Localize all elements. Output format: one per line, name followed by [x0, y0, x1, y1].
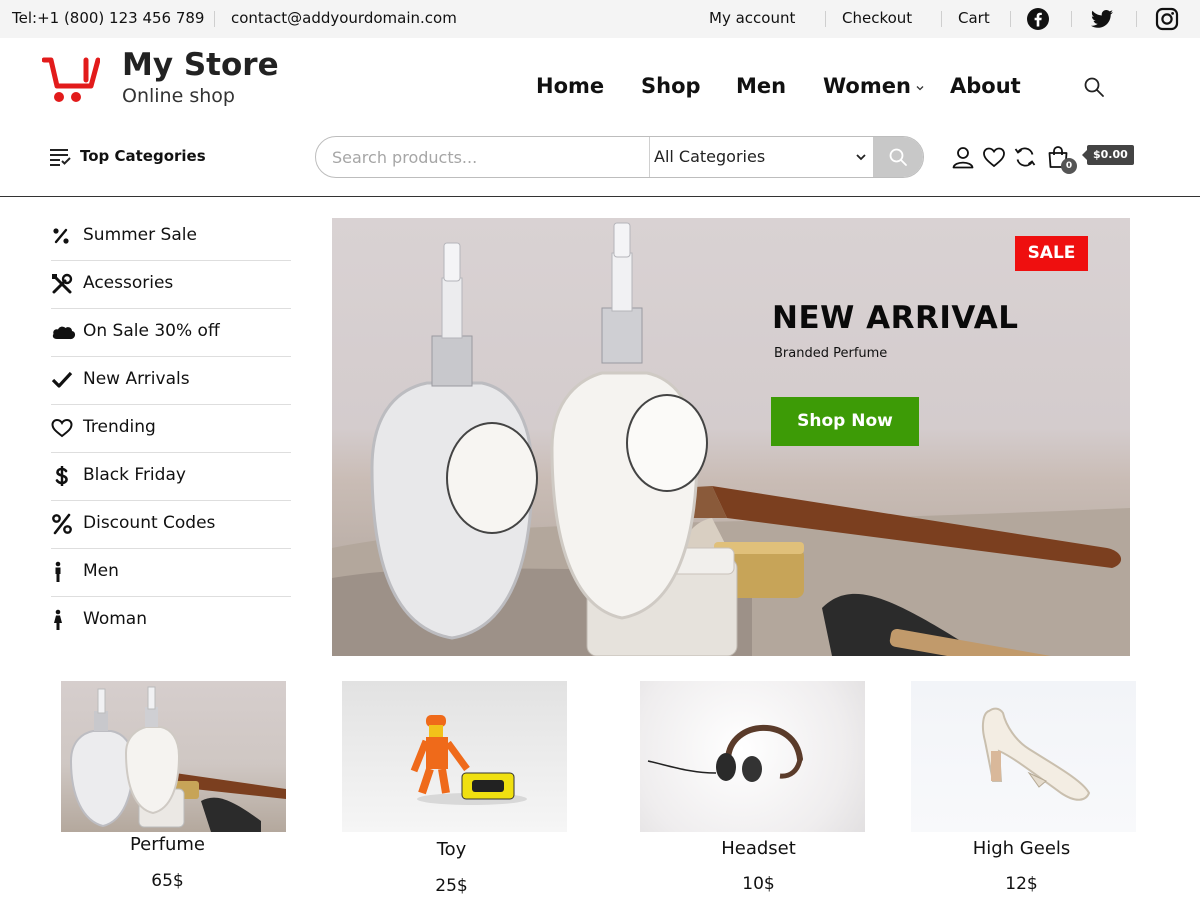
sidebar-item-label: Discount Codes	[83, 513, 216, 533]
shop-now-button[interactable]: Shop Now	[771, 397, 919, 446]
perfume-product-image	[332, 222, 1130, 656]
sidebar-item-on-sale[interactable]: On Sale 30% off	[51, 309, 291, 357]
nav-shop[interactable]: Shop	[641, 74, 701, 98]
sidebar-item-new-arrivals[interactable]: New Arrivals	[51, 357, 291, 405]
sidebar-item-accessories[interactable]: Acessories	[51, 261, 291, 309]
product-name[interactable]: Perfume	[55, 834, 280, 855]
sidebar-item-label: New Arrivals	[83, 369, 190, 389]
facebook-icon[interactable]	[1026, 7, 1050, 31]
phone-text: Tel:+1 (800) 123 456 789	[12, 9, 205, 27]
hero-banner[interactable]: SALE NEW ARRIVAL Branded Perfume Shop No…	[332, 218, 1130, 656]
chevron-down-icon[interactable]	[916, 84, 924, 92]
product-name[interactable]: Headset	[646, 838, 871, 859]
sidebar-item-label: Trending	[83, 417, 156, 437]
divider	[214, 11, 215, 27]
product-image-toy[interactable]	[342, 681, 567, 832]
man-icon	[55, 561, 61, 582]
banner-subtitle: Branded Perfume	[774, 346, 888, 361]
cart-count-badge: 0	[1061, 158, 1077, 174]
search-icon[interactable]	[1083, 76, 1105, 98]
tools-icon	[52, 273, 73, 294]
divider	[649, 137, 650, 177]
sale-badge: SALE	[1015, 236, 1088, 271]
product-image-perfume[interactable]	[61, 681, 286, 832]
sidebar-item-label: Black Friday	[83, 465, 186, 485]
menu-list-icon[interactable]	[49, 147, 71, 167]
search-input[interactable]	[316, 137, 649, 177]
product-price: 10$	[742, 874, 775, 894]
search-button[interactable]	[873, 137, 923, 177]
sidebar-item-discount-codes[interactable]: Discount Codes	[51, 501, 291, 549]
chevron-down-icon[interactable]	[856, 153, 866, 161]
product-image-high-heels[interactable]	[911, 681, 1136, 832]
product-price: 25$	[435, 876, 468, 896]
cart-link[interactable]: Cart	[958, 9, 990, 27]
sidebar-item-black-friday[interactable]: Black Friday	[51, 453, 291, 501]
product-price: 12$	[1005, 874, 1038, 894]
divider	[1136, 11, 1137, 27]
product-image-headset[interactable]	[640, 681, 865, 832]
nav-men[interactable]: Men	[736, 74, 786, 98]
my-account-link[interactable]: My account	[709, 9, 795, 27]
sidebar-item-label: On Sale 30% off	[83, 321, 220, 341]
sidebar-item-summer-sale[interactable]: Summer Sale	[51, 213, 291, 261]
wishlist-heart-icon[interactable]	[982, 145, 1006, 169]
category-select[interactable]: All Categories	[654, 147, 765, 166]
dollar-icon	[55, 466, 68, 486]
sidebar-item-label: Woman	[83, 609, 147, 629]
email-link[interactable]: contact@addyourdomain.com	[231, 9, 457, 27]
store-tagline: Online shop	[122, 85, 235, 107]
product-name[interactable]: High Geels	[909, 838, 1134, 859]
compare-refresh-icon[interactable]	[1013, 145, 1037, 169]
checkout-link[interactable]: Checkout	[842, 9, 912, 27]
headset-image	[647, 724, 803, 782]
product-name[interactable]: Toy	[339, 839, 564, 860]
woman-icon	[54, 609, 62, 630]
nav-women[interactable]: Women	[823, 74, 911, 98]
top-categories-label[interactable]: Top Categories	[80, 147, 206, 165]
nav-home[interactable]: Home	[536, 74, 604, 98]
user-icon[interactable]	[951, 145, 975, 169]
sidebar-item-label: Men	[83, 561, 119, 581]
percent-icon	[52, 513, 72, 535]
sidebar-item-woman[interactable]: Woman	[51, 597, 291, 645]
percent-small-icon	[53, 228, 69, 244]
twitter-icon[interactable]	[1090, 7, 1114, 31]
instagram-icon[interactable]	[1155, 7, 1179, 31]
heart-icon	[51, 418, 73, 438]
search-icon	[889, 148, 907, 166]
divider	[941, 11, 942, 27]
divider	[825, 11, 826, 27]
divider	[1010, 11, 1011, 27]
cart-logo-icon[interactable]	[42, 54, 100, 104]
high-heels-image	[981, 707, 1091, 801]
sidebar-item-label: Summer Sale	[83, 225, 197, 245]
top-bar: Tel:+1 (800) 123 456 789 contact@addyour…	[0, 0, 1200, 38]
sidebar-item-label: Acessories	[83, 273, 174, 293]
perfume-image	[69, 686, 286, 832]
divider	[1071, 11, 1072, 27]
store-name[interactable]: My Store	[122, 47, 279, 83]
sidebar-item-men[interactable]: Men	[51, 549, 291, 597]
cloud-icon	[52, 326, 76, 340]
banner-title: NEW ARRIVAL	[772, 300, 1019, 336]
nav-about[interactable]: About	[950, 74, 1021, 98]
check-icon	[51, 371, 73, 388]
sidebar-item-trending[interactable]: Trending	[51, 405, 291, 453]
product-price: 65$	[151, 871, 184, 891]
cart-total[interactable]: $0.00	[1082, 145, 1134, 165]
search-bar: All Categories	[315, 136, 924, 178]
toy-image	[410, 715, 527, 805]
header-divider	[0, 196, 1200, 197]
